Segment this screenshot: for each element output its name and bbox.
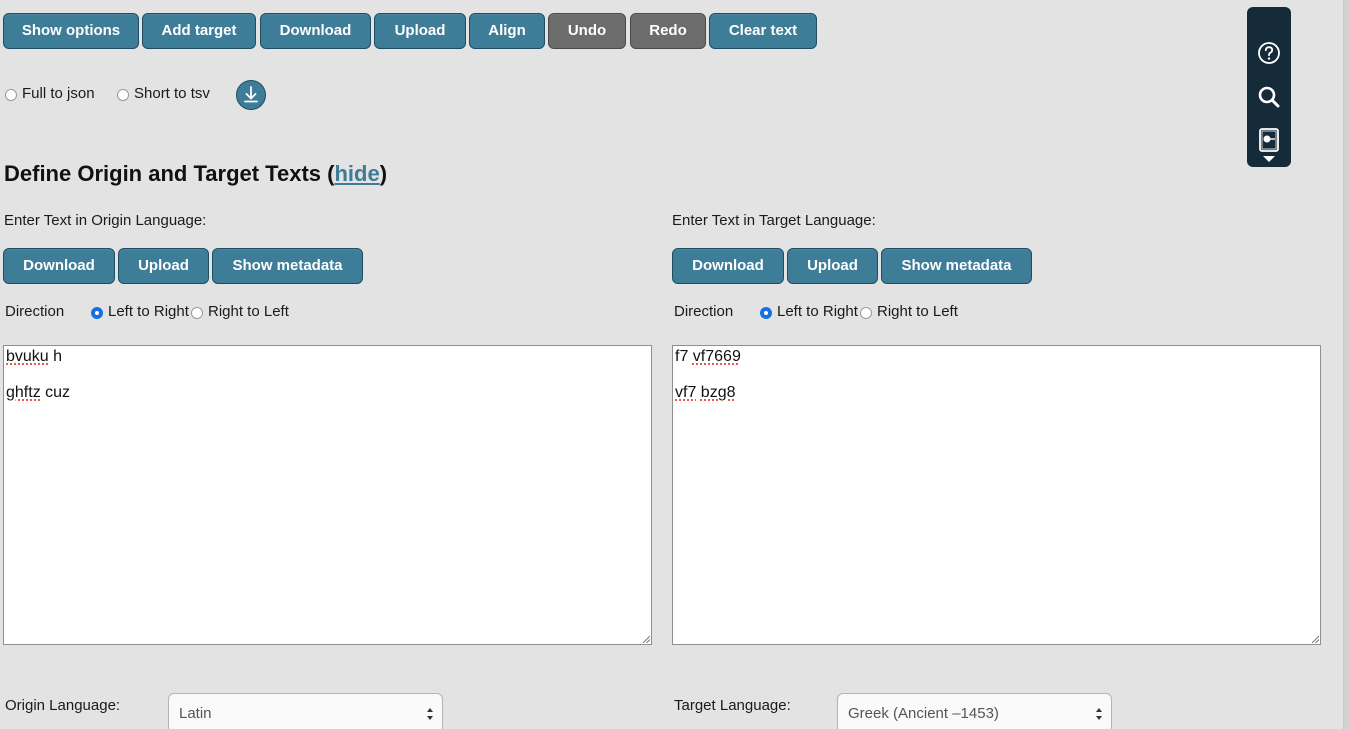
search-icon[interactable] [1256, 84, 1282, 110]
origin-language-label: Origin Language: [5, 697, 121, 714]
target-download-button[interactable]: Download [672, 248, 784, 284]
section-title-suffix: ) [379, 161, 388, 186]
target-enter-label: Enter Text in Target Language: [672, 212, 876, 229]
section-title-prefix: Define Origin and Target Texts ( [4, 161, 335, 186]
origin-text-area[interactable]: bvuku h ghftz cuz [3, 345, 652, 645]
chevron-down-icon[interactable] [1262, 155, 1276, 163]
target-direction-label: Direction [674, 303, 734, 320]
target-rtl-radio[interactable] [860, 307, 872, 319]
page: Show options Add target Download Upload … [0, 0, 1350, 729]
short-to-tsv-radio[interactable] [117, 89, 129, 101]
text-line: bvuku h [6, 348, 649, 366]
target-ltr-radio[interactable] [760, 307, 772, 319]
text-fragment: f7 [675, 348, 693, 365]
short-to-tsv-label: Short to tsv [134, 85, 210, 102]
side-toolbar [1247, 7, 1291, 167]
redo-button[interactable]: Redo [630, 13, 706, 49]
section-title: Define Origin and Target Texts (hide) [4, 160, 387, 188]
export-download-button[interactable] [236, 80, 266, 110]
target-show-metadata-button[interactable]: Show metadata [881, 248, 1032, 284]
text-fragment: cuz [40, 384, 71, 401]
misspelled-word: vf7 [675, 384, 697, 401]
target-rtl-label: Right to Left [877, 303, 958, 320]
download-arrow-icon [244, 86, 258, 103]
target-language-select[interactable]: Greek (Ancient –1453) [837, 693, 1112, 729]
origin-ltr-label: Left to Right [108, 303, 189, 320]
window-edge [1343, 0, 1350, 729]
origin-upload-button[interactable]: Upload [118, 248, 209, 284]
target-text-area[interactable]: f7 vf7669 vf7 bzg8 [672, 345, 1321, 645]
origin-language-select[interactable]: Latin [168, 693, 443, 729]
origin-download-button[interactable]: Download [3, 248, 115, 284]
text-line: ghftz cuz [6, 384, 649, 402]
select-arrows-icon [1096, 708, 1102, 720]
text-fragment: h [48, 348, 63, 365]
text-line: vf7 bzg8 [675, 384, 1318, 402]
origin-show-metadata-button[interactable]: Show metadata [212, 248, 363, 284]
show-options-button[interactable]: Show options [3, 13, 139, 49]
undo-button[interactable]: Undo [548, 13, 626, 49]
full-to-json-radio[interactable] [5, 89, 17, 101]
select-arrows-icon [427, 708, 433, 720]
full-to-json-label: Full to json [22, 85, 95, 102]
origin-enter-label: Enter Text in Origin Language: [4, 212, 207, 229]
upload-button[interactable]: Upload [374, 13, 466, 49]
misspelled-word: bzg8 [700, 384, 736, 401]
reader-icon[interactable] [1256, 127, 1282, 153]
download-button[interactable]: Download [260, 13, 371, 49]
align-button[interactable]: Align [469, 13, 545, 49]
origin-language-value: Latin [179, 705, 212, 722]
origin-rtl-radio[interactable] [191, 307, 203, 319]
target-ltr-label: Left to Right [777, 303, 858, 320]
resize-grip-icon[interactable] [1311, 635, 1319, 643]
target-language-label: Target Language: [674, 697, 791, 714]
misspelled-word: ghftz [6, 384, 41, 401]
resize-grip-icon[interactable] [642, 635, 650, 643]
text-line: f7 vf7669 [675, 348, 1318, 366]
hide-link[interactable]: hide [334, 161, 379, 186]
origin-ltr-radio[interactable] [91, 307, 103, 319]
misspelled-word: vf7669 [692, 348, 741, 365]
help-icon[interactable] [1256, 40, 1282, 66]
clear-text-button[interactable]: Clear text [709, 13, 817, 49]
origin-rtl-label: Right to Left [208, 303, 289, 320]
target-language-value: Greek (Ancient –1453) [848, 705, 999, 722]
origin-direction-label: Direction [5, 303, 65, 320]
misspelled-word: bvuku [6, 348, 49, 365]
add-target-button[interactable]: Add target [142, 13, 256, 49]
target-upload-button[interactable]: Upload [787, 248, 878, 284]
